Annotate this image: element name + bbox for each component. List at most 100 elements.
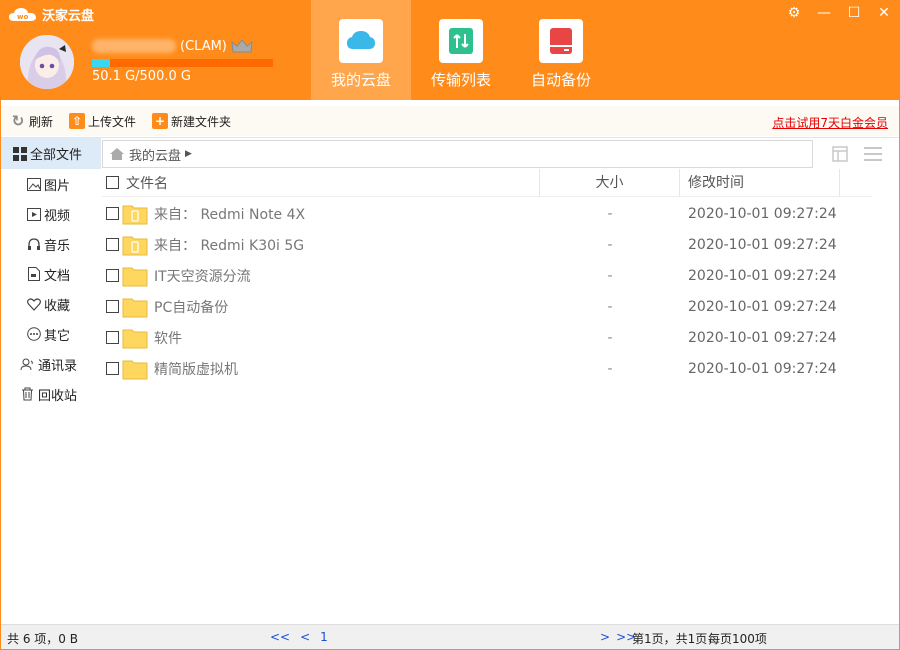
contacts-icon	[20, 357, 35, 372]
app-title: 沃家云盘	[42, 9, 95, 24]
sidebar-item-label: 视频	[44, 208, 71, 224]
transfer-icon	[449, 28, 473, 54]
row-checkbox[interactable]	[106, 238, 119, 251]
select-all-checkbox[interactable]	[106, 176, 119, 189]
breadcrumb-current[interactable]: 我的云盘	[129, 145, 181, 164]
table-row[interactable]: 来自： Redmi Note 4X - 2020-10-01 09:27:24	[102, 198, 872, 229]
file-name: 来自： Redmi Note 4X	[154, 206, 306, 223]
quota-progress-fill	[92, 59, 111, 67]
sidebar-item-other[interactable]: 其它	[0, 319, 101, 349]
plus-icon: +	[152, 113, 169, 129]
sidebar-item-images[interactable]: 图片	[0, 169, 101, 199]
tab-label: 自动备份	[530, 71, 591, 89]
row-checkbox[interactable]	[106, 331, 119, 344]
pager-next: > >>	[600, 630, 636, 644]
heart-icon	[26, 297, 41, 312]
file-time: 2020-10-01 09:27:24	[688, 329, 837, 346]
refresh-label: 刷新	[29, 114, 54, 129]
pager: << < 1	[270, 630, 328, 644]
file-name: IT天空资源分流	[154, 268, 251, 285]
column-header-size[interactable]: 大小	[540, 168, 680, 197]
header-bar: wo 沃家云盘 ⚙ — ☐ ✕ (CLAM) 50.1 G/500.0 G 我的…	[0, 0, 900, 100]
row-checkbox[interactable]	[106, 362, 119, 375]
file-size: -	[607, 329, 613, 346]
window-controls: ⚙ — ☐ ✕	[786, 4, 892, 22]
file-time: 2020-10-01 09:27:24	[688, 360, 837, 377]
table-row[interactable]: IT天空资源分流 - 2020-10-01 09:27:24	[102, 260, 872, 291]
document-icon	[26, 267, 41, 282]
grid-view-icon[interactable]	[832, 146, 850, 162]
crown-icon	[231, 39, 253, 53]
new-folder-button[interactable]: + 新建文件夹	[152, 113, 237, 130]
maximize-icon[interactable]: ☐	[846, 4, 862, 22]
sidebar-item-label: 文档	[44, 268, 71, 284]
cloud-icon	[347, 31, 375, 49]
file-name: 精简版虚拟机	[154, 361, 238, 378]
tab-transfer-list[interactable]: 传输列表	[411, 0, 511, 100]
row-checkbox[interactable]	[106, 269, 119, 282]
view-toggle	[832, 146, 882, 162]
headphones-icon	[26, 237, 41, 252]
device-folder-icon	[122, 205, 148, 224]
sidebar: 全部文件 图片 视频 音乐 文档 收藏 其它 通讯录 回收站	[0, 138, 101, 624]
cloud-logo-icon: wo	[9, 7, 36, 21]
row-checkbox[interactable]	[106, 300, 119, 313]
sidebar-item-all-files[interactable]: 全部文件	[0, 138, 101, 169]
settings-gear-icon[interactable]: ⚙	[786, 4, 802, 22]
prev-page-button[interactable]: <	[300, 630, 310, 644]
column-header-time[interactable]: 修改时间	[680, 168, 840, 197]
folder-icon	[122, 298, 148, 317]
tab-auto-backup[interactable]: 自动备份	[511, 0, 611, 100]
page-number[interactable]: 1	[320, 630, 328, 644]
sidebar-item-label: 其它	[44, 328, 71, 344]
minimize-icon[interactable]: —	[816, 4, 832, 22]
video-icon	[26, 207, 41, 222]
file-time: 2020-10-01 09:27:24	[688, 267, 837, 284]
close-icon[interactable]: ✕	[876, 4, 892, 22]
refresh-icon: ↻	[11, 112, 25, 130]
next-page-button[interactable]: >	[600, 630, 610, 644]
divider	[0, 137, 900, 138]
avatar-image-icon	[20, 35, 74, 89]
file-list: 来自： Redmi Note 4X - 2020-10-01 09:27:24 …	[102, 198, 872, 384]
toolbar: ↻ 刷新 ⇧ 上传文件 + 新建文件夹 点击试用7天白金会员	[0, 106, 900, 136]
sidebar-item-music[interactable]: 音乐	[0, 229, 101, 259]
table-row[interactable]: 来自： Redmi K30i 5G - 2020-10-01 09:27:24	[102, 229, 872, 260]
sidebar-item-label: 全部文件	[30, 148, 83, 163]
sidebar-item-trash[interactable]: 回收站	[0, 379, 101, 409]
sidebar-item-favorites[interactable]: 收藏	[0, 289, 101, 319]
tab-my-cloud[interactable]: 我的云盘	[311, 0, 411, 100]
sidebar-item-label: 音乐	[44, 238, 71, 254]
sidebar-item-videos[interactable]: 视频	[0, 199, 101, 229]
column-header-name[interactable]: 文件名	[122, 168, 540, 197]
first-page-button[interactable]: <<	[270, 630, 290, 644]
breadcrumb[interactable]: 我的云盘 ▶	[102, 140, 813, 168]
svg-text:wo: wo	[17, 13, 28, 21]
sidebar-item-label: 回收站	[38, 388, 78, 404]
table-row[interactable]: 精简版虚拟机 - 2020-10-01 09:27:24	[102, 353, 872, 384]
table-row[interactable]: PC自动备份 - 2020-10-01 09:27:24	[102, 291, 872, 322]
trial-promo-link[interactable]: 点击试用7天白金会员	[772, 114, 888, 131]
brand: wo 沃家云盘	[8, 5, 94, 24]
sidebar-item-label: 通讯录	[38, 358, 78, 374]
file-size: -	[607, 205, 613, 222]
table-header: 文件名 大小 修改时间	[102, 168, 872, 197]
quota-text: 50.1 G/500.0 G	[92, 69, 191, 84]
file-time: 2020-10-01 09:27:24	[688, 236, 837, 253]
file-size: -	[607, 360, 613, 377]
table-row[interactable]: 软件 - 2020-10-01 09:27:24	[102, 322, 872, 353]
upload-icon: ⇧	[69, 113, 86, 129]
file-name: 来自： Redmi K30i 5G	[154, 237, 305, 254]
sidebar-item-documents[interactable]: 文档	[0, 259, 101, 289]
column-header-extra	[840, 169, 872, 197]
more-icon	[26, 327, 41, 342]
trash-icon	[20, 387, 35, 402]
row-checkbox[interactable]	[106, 207, 119, 220]
refresh-button[interactable]: ↻ 刷新	[10, 112, 59, 130]
file-name: 软件	[154, 330, 182, 347]
upload-button[interactable]: ⇧ 上传文件	[69, 113, 142, 130]
home-icon[interactable]	[109, 147, 125, 161]
list-view-icon[interactable]	[864, 146, 882, 162]
avatar[interactable]	[20, 35, 74, 89]
sidebar-item-contacts[interactable]: 通讯录	[0, 349, 101, 379]
